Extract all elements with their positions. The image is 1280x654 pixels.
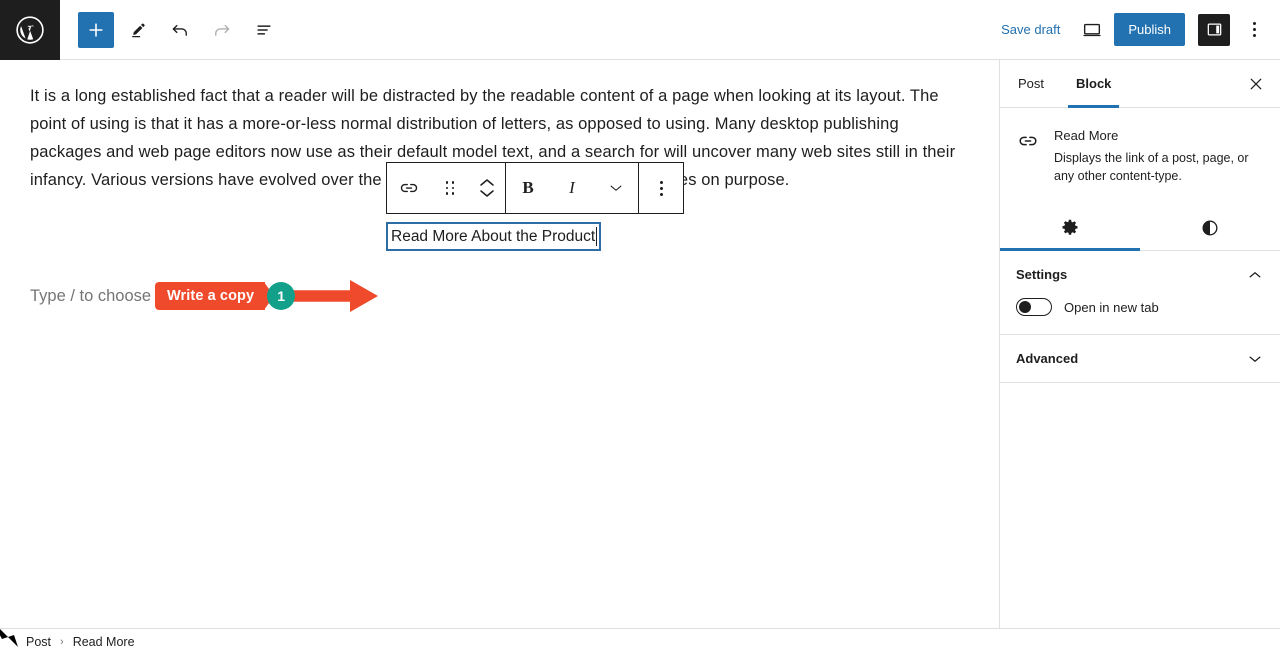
add-block-button[interactable] (78, 11, 114, 48)
settings-section: Settings Open in new tab (1000, 251, 1280, 335)
sidebar-tab-bar: Post Block (1000, 60, 1280, 108)
more-options-button[interactable] (1240, 12, 1268, 48)
wordpress-block-editor: Save draft Publish It is a long establis… (0, 0, 1280, 654)
editor-actions-group: Save draft Publish (991, 12, 1280, 48)
more-rich-text-button[interactable] (594, 163, 638, 213)
block-settings-sidebar: Post Block Read More Displays the link o… (1000, 60, 1280, 629)
tools-pencil-button[interactable] (120, 12, 156, 48)
block-toolbar-format-group: B I (505, 163, 638, 213)
up-down-chevrons-icon (479, 178, 495, 198)
editor-tools-group (60, 11, 282, 48)
block-toolbar-left-group (387, 163, 505, 213)
tab-block[interactable]: Block (1060, 60, 1127, 108)
wordpress-logo-icon[interactable] (0, 0, 60, 60)
open-in-new-tab-toggle[interactable] (1016, 298, 1052, 316)
read-more-block[interactable]: Read More About the Product (386, 222, 602, 251)
advanced-section-header[interactable]: Advanced (1016, 335, 1264, 382)
chevron-down-icon (1249, 356, 1261, 362)
chevron-up-icon (1249, 271, 1261, 277)
block-title: Read More (1054, 128, 1119, 143)
styles-tab[interactable] (1140, 205, 1280, 250)
publish-button[interactable]: Publish (1114, 13, 1185, 46)
contrast-half-circle-icon (1202, 220, 1218, 235)
drag-dots-icon (445, 181, 455, 195)
text-caret (596, 227, 598, 246)
close-icon (1250, 78, 1262, 89)
chevron-down-icon (610, 185, 622, 191)
link-button[interactable] (387, 163, 431, 213)
advanced-section: Advanced (1000, 335, 1280, 383)
bold-icon: B (522, 178, 534, 197)
settings-section-title: Settings (1016, 267, 1068, 282)
settings-tab[interactable] (1000, 205, 1140, 251)
breadcrumb-item-post[interactable]: Post (26, 635, 51, 649)
move-block-button[interactable] (469, 163, 505, 213)
tab-post[interactable]: Post (1002, 60, 1060, 107)
gear-icon (1062, 219, 1078, 235)
three-dots-vertical-icon (659, 180, 663, 196)
settings-section-body: Open in new tab (1016, 298, 1264, 334)
advanced-section-title: Advanced (1016, 351, 1079, 366)
undo-button[interactable] (162, 12, 198, 48)
block-toolbar: B I (386, 162, 684, 214)
sidebar-panel-icon[interactable] (1198, 13, 1230, 46)
three-dots-vertical-icon (1252, 22, 1256, 37)
block-description: Displays the link of a post, page, or an… (1054, 151, 1249, 183)
breadcrumb: Post › Read More (0, 630, 1280, 654)
drag-handle-button[interactable] (431, 163, 469, 213)
redo-button[interactable] (204, 12, 240, 48)
annotation-step-badge: 1 (267, 282, 296, 310)
sidebar-icon-tab-bar (1000, 205, 1280, 251)
block-card-text: Read More Displays the link of a post, p… (1054, 128, 1264, 185)
save-draft-button[interactable]: Save draft (991, 14, 1070, 45)
close-sidebar-button[interactable] (1232, 60, 1280, 107)
italic-button[interactable]: I (550, 163, 594, 213)
link-icon (1016, 129, 1040, 185)
open-in-new-tab-label: Open in new tab (1064, 299, 1159, 315)
bold-button[interactable]: B (506, 163, 550, 213)
annotation-arrow-icon (293, 277, 379, 315)
block-card: Read More Displays the link of a post, p… (1000, 108, 1280, 189)
annotation-callout: Write a copy 1 (155, 278, 379, 314)
annotation-label: Write a copy (155, 282, 275, 310)
toggle-knob (1019, 301, 1031, 313)
open-in-new-tab-row: Open in new tab (1016, 298, 1264, 316)
list-view-button[interactable] (246, 12, 282, 48)
block-options-button[interactable] (639, 163, 683, 213)
editor-top-bar: Save draft Publish (0, 0, 1280, 60)
breadcrumb-item-read-more[interactable]: Read More (73, 635, 135, 649)
editor-canvas[interactable]: It is a long established fact that a rea… (0, 60, 1000, 629)
settings-section-header[interactable]: Settings (1016, 251, 1264, 298)
italic-icon: I (569, 178, 575, 197)
preview-desktop-icon[interactable] (1070, 12, 1114, 48)
block-toolbar-options-group (638, 163, 683, 213)
breadcrumb-separator-icon: › (60, 636, 64, 648)
read-more-input-value: Read More About the Product (391, 227, 596, 245)
